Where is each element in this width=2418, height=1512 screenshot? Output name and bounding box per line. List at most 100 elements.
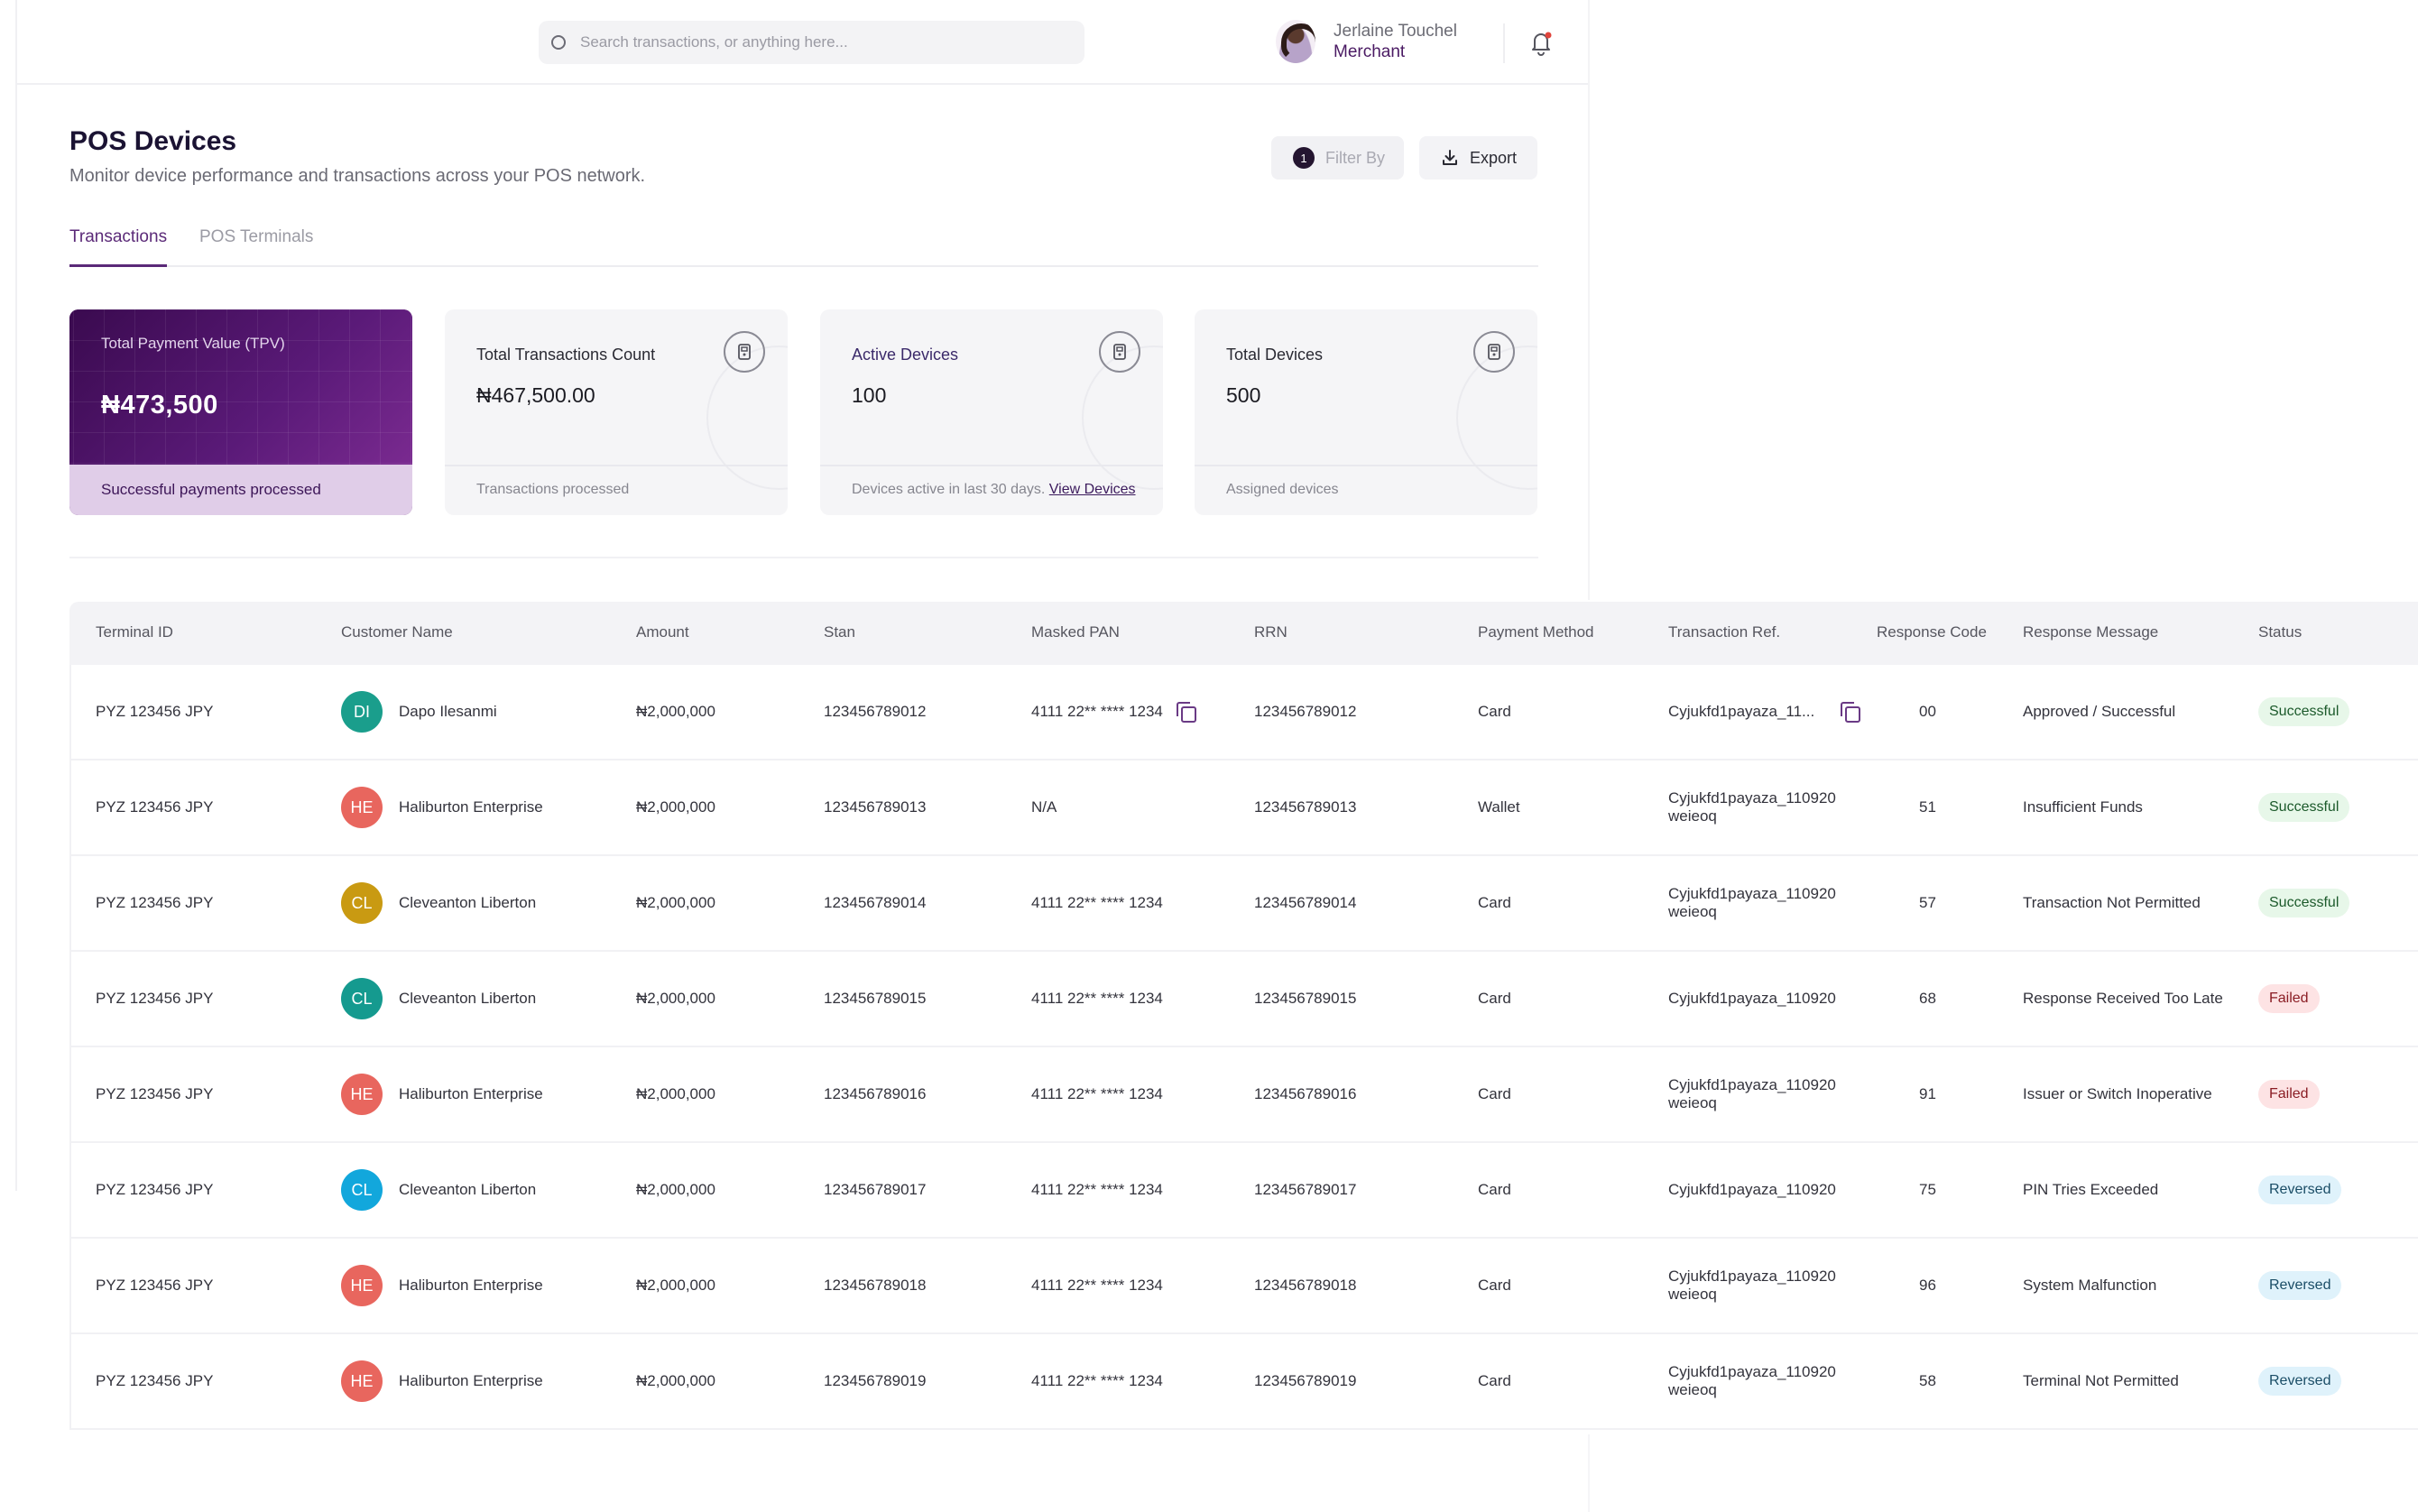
amount: ₦2,000,000 — [636, 894, 715, 911]
card-tpv-background — [69, 309, 412, 465]
column-header-response-code[interactable]: Response Code — [1877, 623, 1987, 641]
column-header-terminal-id[interactable]: Terminal ID — [96, 623, 173, 641]
response-code: 75 — [1919, 1181, 1936, 1198]
filter-by-button[interactable]: 1 Filter By — [1271, 136, 1404, 180]
response-code: 68 — [1919, 990, 1936, 1007]
masked-pan: 4111 22** **** 1234 — [1031, 703, 1163, 720]
stan: 123456789013 — [824, 798, 927, 816]
terminal-id: PYZ 123456 JPY — [96, 1277, 214, 1294]
table-row[interactable]: PYZ 123456 JPY CL Cleveanton Liberton ₦2,00… — [69, 952, 2418, 1047]
rrn: 123456789017 — [1254, 1181, 1357, 1198]
transaction-ref: Cyjukfd1payaza_110920 weieoq — [1668, 1268, 1836, 1303]
table-row[interactable]: PYZ 123456 JPY CL Cleveanton Liberton ₦2,00… — [69, 856, 2418, 952]
customer-avatar: CL — [341, 978, 383, 1019]
payment-method: Card — [1478, 1085, 1511, 1102]
stan: 123456789018 — [824, 1277, 927, 1294]
user-info: Jerlaine Touchel Merchant — [1334, 21, 1457, 63]
rrn: 123456789018 — [1254, 1277, 1357, 1294]
table-row[interactable]: PYZ 123456 JPY DI Dapo Ilesanmi ₦2,000,000 1… — [69, 665, 2418, 761]
amount: ₦2,000,000 — [636, 1277, 715, 1294]
card-active-devices: Active Devices 100 Devices active in las… — [820, 309, 1163, 515]
pos-device-icon — [724, 331, 765, 373]
copy-icon[interactable] — [1841, 702, 1860, 723]
customer-name: Haliburton Enterprise — [399, 1372, 543, 1389]
user-profile[interactable]: Jerlaine Touchel Merchant — [1276, 20, 1457, 63]
status-badge: Reversed — [2258, 1271, 2342, 1300]
stan: 123456789017 — [824, 1181, 927, 1198]
column-header-amount[interactable]: Amount — [636, 623, 689, 641]
topbar-divider — [1503, 23, 1505, 63]
table-row[interactable]: PYZ 123456 JPY HE Haliburton Enterprise ₦2,… — [69, 1334, 2418, 1430]
customer-name: Haliburton Enterprise — [399, 1085, 543, 1102]
masked-pan: N/A — [1031, 798, 1057, 816]
card-label: Active Devices — [852, 346, 959, 364]
customer-name: Haliburton Enterprise — [399, 798, 543, 816]
card-total-devices: Total Devices 500 Assigned devices — [1195, 309, 1537, 515]
export-button[interactable]: Export — [1419, 136, 1537, 180]
card-footer: Transactions processed — [445, 465, 788, 515]
customer-avatar: HE — [341, 1360, 383, 1402]
table-row[interactable]: PYZ 123456 JPY HE Haliburton Enterprise ₦2,… — [69, 761, 2418, 856]
card-footer-text: Devices active in last 30 days. — [852, 482, 1046, 497]
column-header-payment-method[interactable]: Payment Method — [1478, 623, 1594, 641]
column-header-masked-pan[interactable]: Masked PAN — [1031, 623, 1120, 641]
tab-transactions[interactable]: Transactions — [69, 227, 168, 267]
customer-avatar: CL — [341, 1169, 383, 1211]
frame-right-border — [1588, 0, 1590, 600]
card-label: Total Payment Value (TPV) — [101, 335, 285, 352]
customer-avatar: CL — [341, 882, 383, 924]
rrn: 123456789013 — [1254, 798, 1357, 816]
amount: ₦2,000,000 — [636, 703, 715, 720]
masked-pan: 4111 22** **** 1234 — [1031, 894, 1163, 911]
amount: ₦2,000,000 — [636, 1181, 715, 1198]
transaction-ref: Cyjukfd1payaza_110920 weieoq — [1668, 885, 1836, 920]
column-header-customer-name[interactable]: Customer Name — [341, 623, 453, 641]
notification-bell-icon[interactable] — [1527, 28, 1555, 57]
card-total-payment-value: Total Payment Value (TPV) ₦473,500 Succe… — [69, 309, 412, 515]
customer-name: Cleveanton Liberton — [399, 1181, 537, 1198]
customer-avatar: HE — [341, 1265, 383, 1306]
status-badge: Reversed — [2258, 1175, 2342, 1204]
filter-count-badge: 1 — [1293, 147, 1315, 169]
search-input[interactable] — [580, 33, 1049, 51]
customer-name: Dapo Ilesanmi — [399, 703, 497, 720]
customer-name: Haliburton Enterprise — [399, 1277, 543, 1294]
copy-icon[interactable] — [1177, 702, 1196, 723]
card-value: 500 — [1226, 383, 1261, 407]
column-header-status[interactable]: Status — [2258, 623, 2302, 641]
table-row[interactable]: PYZ 123456 JPY HE Haliburton Enterprise ₦2,… — [69, 1239, 2418, 1334]
card-footer: Successful payments processed — [69, 465, 412, 515]
status-badge: Successful — [2258, 793, 2350, 822]
top-bar: Jerlaine Touchel Merchant — [17, 0, 1588, 85]
table-row[interactable]: PYZ 123456 JPY CL Cleveanton Liberton ₦2,00… — [69, 1143, 2418, 1239]
column-header-transaction-ref[interactable]: Transaction Ref. — [1668, 623, 1780, 641]
terminal-id: PYZ 123456 JPY — [96, 894, 214, 911]
masked-pan: 4111 22** **** 1234 — [1031, 1277, 1163, 1294]
table-row[interactable]: PYZ 123456 JPY HE Haliburton Enterprise ₦2,… — [69, 1047, 2418, 1143]
transaction-ref: Cyjukfd1payaza_110920 weieoq — [1668, 1076, 1836, 1111]
customer-name: Cleveanton Liberton — [399, 990, 537, 1007]
response-message: Response Received Too Late — [2023, 990, 2223, 1007]
masked-pan: 4111 22** **** 1234 — [1031, 1085, 1163, 1102]
response-message: Terminal Not Permitted — [2023, 1372, 2179, 1389]
masked-pan: 4111 22** **** 1234 — [1031, 990, 1163, 1007]
response-code: 51 — [1919, 798, 1936, 816]
status-badge: Failed — [2258, 984, 2320, 1013]
rrn: 123456789015 — [1254, 990, 1357, 1007]
column-header-response-message[interactable]: Response Message — [2023, 623, 2158, 641]
transaction-ref: Cyjukfd1payaza_110920 weieoq — [1668, 1363, 1836, 1398]
amount: ₦2,000,000 — [636, 1085, 715, 1102]
rrn: 123456789019 — [1254, 1372, 1357, 1389]
section-divider — [69, 557, 1538, 558]
transaction-ref: Cyjukfd1payaza_110920 weieoq — [1668, 789, 1836, 825]
column-header-stan[interactable]: Stan — [824, 623, 855, 641]
tab-pos-terminals[interactable]: POS Terminals — [199, 227, 313, 267]
column-header-rrn[interactable]: RRN — [1254, 623, 1287, 641]
search-icon — [551, 35, 566, 50]
terminal-id: PYZ 123456 JPY — [96, 1372, 214, 1389]
user-role: Merchant — [1334, 41, 1406, 61]
customer-avatar: DI — [341, 691, 383, 733]
search-bar[interactable] — [539, 21, 1084, 64]
card-label: Total Transactions Count — [476, 346, 656, 364]
view-devices-link[interactable]: View Devices — [1049, 482, 1136, 497]
